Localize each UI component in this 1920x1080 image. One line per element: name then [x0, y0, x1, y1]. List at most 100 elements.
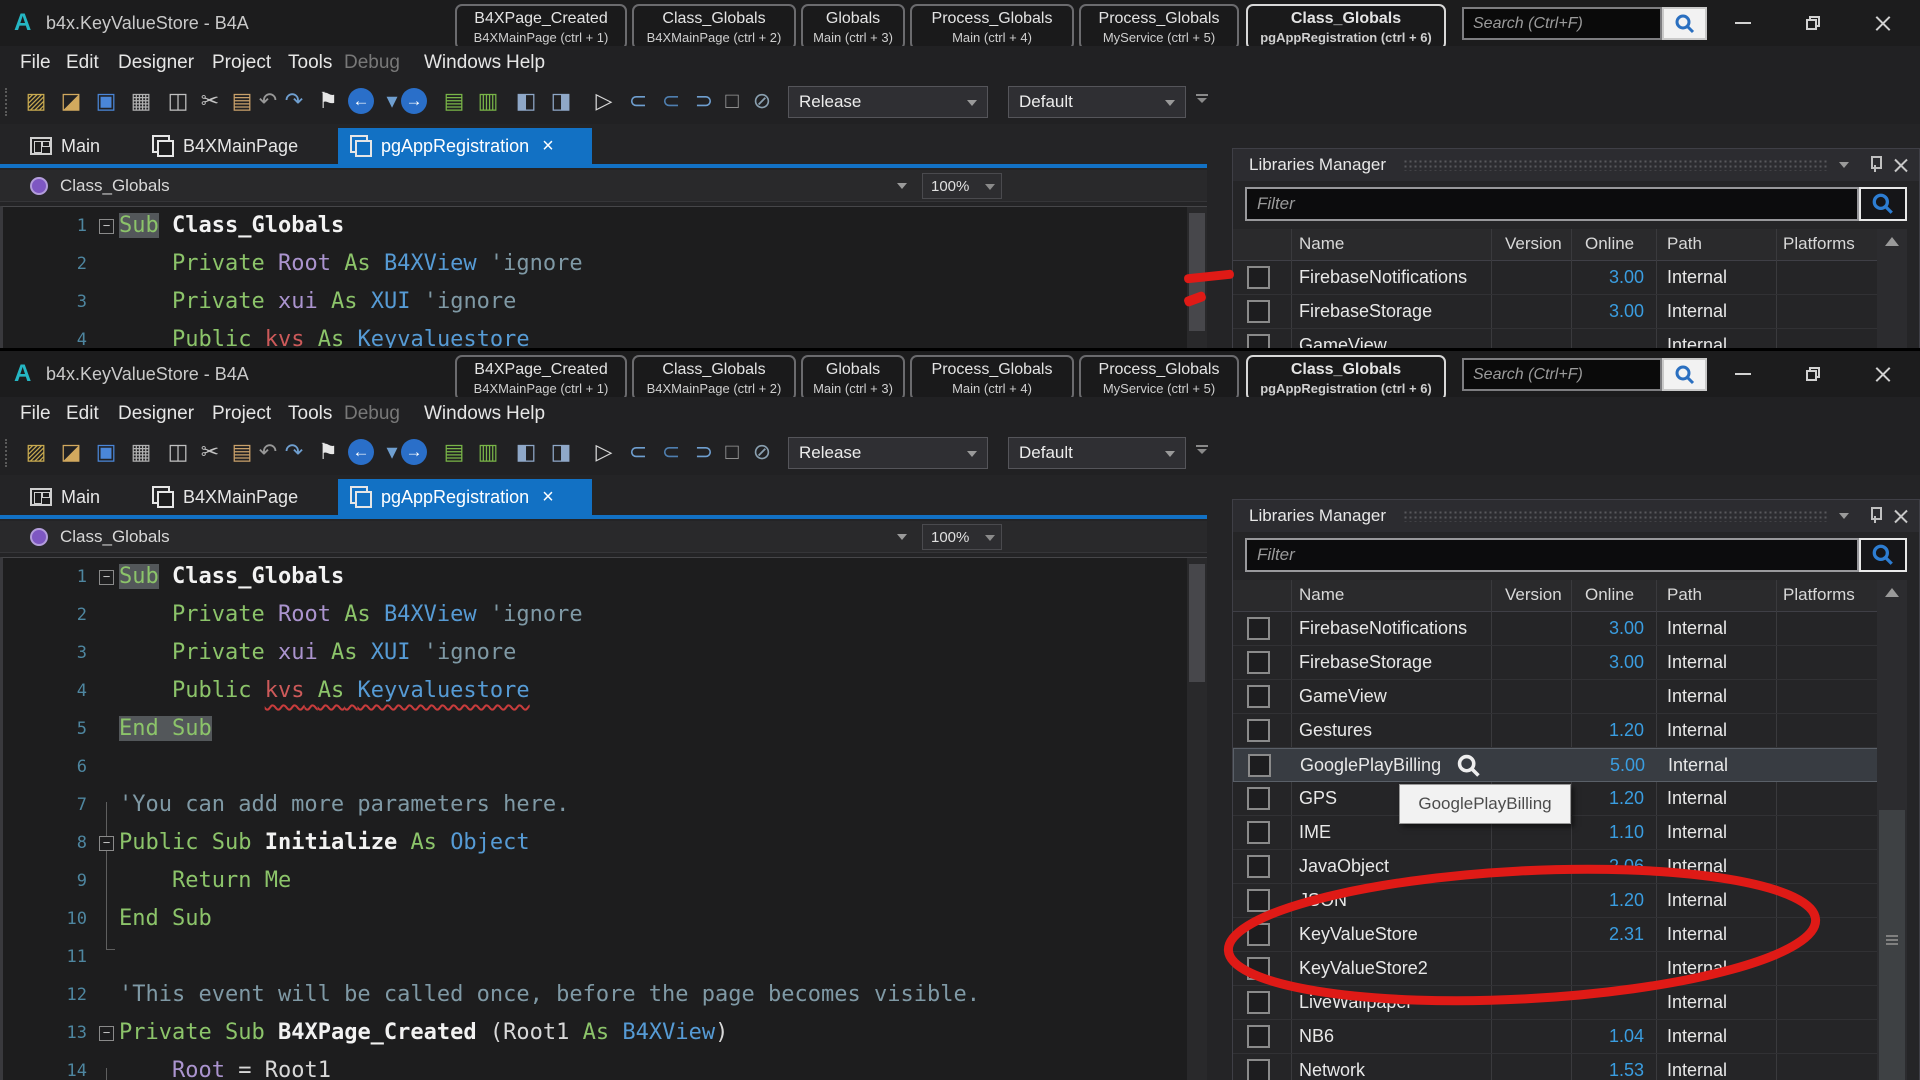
open-project-icon[interactable]: ◪ [55, 435, 87, 469]
quick-tab-process_globals[interactable]: Process_GlobalsMain (ctrl + 4) [910, 355, 1074, 397]
quick-tab-process_globals[interactable]: Process_GlobalsMain (ctrl + 4) [910, 4, 1074, 46]
menu-tools[interactable]: Tools [288, 52, 332, 74]
code-line[interactable]: 3 Private xui As XUI 'ignore [3, 283, 1183, 321]
library-checkbox[interactable] [1247, 923, 1270, 946]
code-line[interactable]: 9 Return Me [3, 862, 1183, 900]
library-row[interactable]: GameViewInternal [1233, 329, 1907, 348]
bookmark-icon[interactable]: ⚑ [312, 435, 344, 469]
run-icon[interactable]: ▷ [588, 84, 620, 118]
breadcrumb[interactable]: Class_Globals [60, 176, 170, 196]
code-line[interactable]: 10End Sub [3, 900, 1183, 938]
navigate-forward-icon[interactable]: → [398, 435, 430, 469]
library-row[interactable]: NB61.04Internal [1233, 1020, 1907, 1054]
next-module-icon[interactable]: ◨ [545, 84, 577, 118]
search-button[interactable] [1662, 7, 1707, 40]
library-row[interactable]: Gestures1.20Internal [1233, 714, 1907, 748]
library-checkbox[interactable] [1247, 300, 1270, 323]
code-line[interactable]: 13−Private Sub B4XPage_Created (Root1 As… [3, 1014, 1183, 1052]
library-checkbox[interactable] [1247, 334, 1270, 348]
code-line[interactable]: 1−Sub Class_Globals [3, 207, 1183, 245]
new-project-icon[interactable]: ▨ [20, 84, 52, 118]
menu-help[interactable]: Help [506, 403, 545, 425]
panel-menu-caret-icon[interactable] [1839, 513, 1849, 519]
panel-menu-caret-icon[interactable] [1839, 162, 1849, 168]
navigate-forward-icon[interactable]: → [398, 84, 430, 118]
collapse-box-icon[interactable]: − [99, 836, 114, 851]
tab-close-icon[interactable]: × [542, 135, 554, 158]
library-row[interactable]: KeyValueStore2.31Internal [1233, 918, 1907, 952]
breadcrumb[interactable]: Class_Globals [60, 527, 170, 547]
cut-icon[interactable]: ✂ [194, 435, 226, 469]
library-checkbox[interactable] [1247, 787, 1270, 810]
library-checkbox[interactable] [1247, 651, 1270, 674]
uncomment-icon[interactable]: ▥ [472, 84, 504, 118]
menu-edit[interactable]: Edit [66, 403, 99, 425]
redo-icon[interactable]: ↷ [278, 435, 310, 469]
code-line[interactable]: 8−Public Sub Initialize As Object [3, 824, 1183, 862]
code-line[interactable]: 5End Sub [3, 710, 1183, 748]
column-header-name[interactable]: Name [1299, 585, 1344, 605]
compile-debug-icon[interactable]: ⊂ [622, 84, 654, 118]
save-icon[interactable]: ▣ [90, 435, 122, 469]
column-header-path[interactable]: Path [1667, 234, 1702, 254]
menu-help[interactable]: Help [506, 52, 545, 74]
clean-project-icon[interactable]: ⊘ [746, 84, 778, 118]
library-row[interactable]: FirebaseStorage3.00Internal [1233, 646, 1907, 680]
compile-release-icon[interactable]: ⊂ [655, 435, 687, 469]
code-line[interactable]: 4 Public kvs As Keyvaluestore [3, 672, 1183, 710]
quick-tab-class_globals[interactable]: Class_GlobalsB4XMainPage (ctrl + 2) [632, 355, 796, 397]
compile-debug-icon[interactable]: ⊂ [622, 435, 654, 469]
comment-icon[interactable]: ▤ [438, 84, 470, 118]
copy-icon[interactable]: ◫ [162, 435, 194, 469]
code-line[interactable]: 1−Sub Class_Globals [3, 558, 1183, 596]
column-header-version[interactable]: Version [1505, 234, 1562, 254]
stop-icon[interactable]: □ [716, 435, 748, 469]
library-checkbox[interactable] [1247, 991, 1270, 1014]
column-header-platforms[interactable]: Platforms [1783, 585, 1855, 605]
library-checkbox[interactable] [1247, 1059, 1270, 1080]
library-checkbox[interactable] [1247, 266, 1270, 289]
run-icon[interactable]: ▷ [588, 435, 620, 469]
column-header-version[interactable]: Version [1505, 585, 1562, 605]
quick-tab-process_globals[interactable]: Process_GlobalsMyService (ctrl + 5) [1079, 355, 1239, 397]
quick-tab-globals[interactable]: GlobalsMain (ctrl + 3) [801, 4, 905, 46]
save-icon[interactable]: ▣ [90, 84, 122, 118]
library-filter-search-button[interactable] [1859, 538, 1907, 572]
save-all-icon[interactable]: ▦ [125, 435, 157, 469]
menu-windows[interactable]: Windows [424, 403, 501, 425]
restore-button[interactable] [1782, 0, 1844, 46]
code-line[interactable]: 7'You can add more parameters here. [3, 786, 1183, 824]
library-filter-input[interactable]: Filter [1245, 538, 1859, 572]
bookmark-icon[interactable]: ⚑ [312, 84, 344, 118]
navigate-back-icon[interactable]: ← [345, 435, 377, 469]
library-row[interactable]: KeyValueStore2Internal [1233, 952, 1907, 986]
quick-tab-b4xpage_created[interactable]: B4XPage_CreatedB4XMainPage (ctrl + 1) [455, 355, 627, 397]
quick-tab-class_globals[interactable]: Class_GlobalsB4XMainPage (ctrl + 2) [632, 4, 796, 46]
tab-pgappregistration[interactable]: pgAppRegistration× [338, 128, 592, 164]
breadcrumb-caret-icon[interactable] [897, 534, 907, 540]
uncomment-icon[interactable]: ▥ [472, 435, 504, 469]
library-filter-search-button[interactable] [1859, 187, 1907, 221]
tab-main[interactable]: Main [18, 479, 134, 515]
menu-designer[interactable]: Designer [118, 403, 194, 425]
tab-b4xmainpage[interactable]: B4XMainPage [140, 479, 336, 515]
library-checkbox[interactable] [1248, 754, 1271, 777]
tab-b4xmainpage[interactable]: B4XMainPage [140, 128, 336, 164]
column-header-online[interactable]: Online [1585, 234, 1634, 254]
quick-tab-class_globals[interactable]: Class_GlobalspgAppRegistration (ctrl + 6… [1246, 355, 1446, 397]
restore-button[interactable] [1782, 351, 1844, 397]
code-line[interactable]: 2 Private Root As B4XView 'ignore [3, 245, 1183, 283]
library-checkbox[interactable] [1247, 617, 1270, 640]
quick-tab-globals[interactable]: GlobalsMain (ctrl + 3) [801, 355, 905, 397]
minimize-button[interactable] [1712, 351, 1774, 397]
cut-icon[interactable]: ✂ [194, 84, 226, 118]
library-row[interactable]: FirebaseStorage3.00Internal [1233, 295, 1907, 329]
libraries-panel-titlebar[interactable]: Libraries Manager [1233, 500, 1920, 532]
search-input[interactable]: Search (Ctrl+F) [1462, 358, 1662, 391]
panel-pin-icon[interactable] [1869, 155, 1881, 173]
code-line[interactable]: 3 Private xui As XUI 'ignore [3, 634, 1183, 672]
zoom-dropdown[interactable]: 100% [922, 524, 1002, 550]
menu-file[interactable]: File [20, 403, 51, 425]
tab-main[interactable]: Main [18, 128, 134, 164]
menu-debug[interactable]: Debug [344, 403, 400, 425]
